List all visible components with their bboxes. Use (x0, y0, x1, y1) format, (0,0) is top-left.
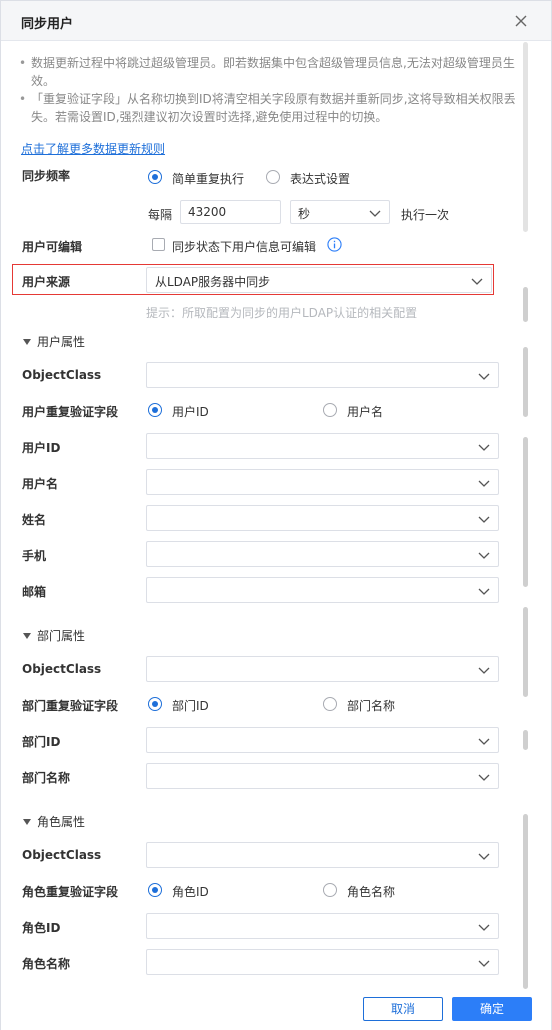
phone-label: 手机 (22, 549, 47, 563)
radio-expression-label: 表达式设置 (290, 172, 351, 186)
user-editable-checkbox-label: 同步状态下用户信息可编辑 (172, 240, 317, 254)
radio-dept-id-label: 部门ID (172, 699, 209, 713)
radio-role-name-label: 角色名称 (347, 885, 396, 899)
user-editable-label: 用户可编辑 (22, 240, 83, 254)
dept-name-select[interactable] (146, 763, 499, 789)
sync-users-dialog: 同步用户 数据更新过程中将跳过超级管理员。即若数据集中包含超级管理员信息,无法对… (0, 0, 552, 1030)
sync-frequency-label: 同步频率 (22, 169, 71, 183)
every-label: 每隔 (148, 208, 173, 222)
chevron-down-icon (369, 210, 381, 217)
user-dup-field-label: 用户重复验证字段 (22, 405, 119, 419)
interval-unit-value: 秒 (298, 207, 311, 221)
role-name-label: 角色名称 (22, 957, 71, 971)
chevron-down-icon (478, 552, 490, 559)
dept-attributes-section-toggle[interactable]: 部门属性 (23, 627, 85, 644)
chevron-down-icon (478, 480, 490, 487)
dialog-header: 同步用户 (1, 1, 551, 41)
radio-user-id-label: 用户ID (172, 405, 209, 419)
dialog-title: 同步用户 (21, 17, 74, 32)
radio-role-name[interactable] (323, 883, 337, 897)
user-source-select[interactable]: 从LDAP服务器中同步 (146, 267, 492, 293)
fullname-label: 姓名 (22, 513, 47, 527)
chevron-down-icon (478, 516, 490, 523)
user-attributes-title: 用户属性 (37, 335, 86, 349)
chevron-down-icon (478, 444, 490, 451)
dept-dup-field-label: 部门重复验证字段 (22, 699, 119, 713)
radio-role-id-label: 角色ID (172, 885, 209, 899)
confirm-button[interactable]: 确定 (452, 997, 532, 1021)
cancel-button[interactable]: 取消 (363, 997, 443, 1021)
info-icon[interactable] (327, 237, 342, 252)
dept-id-select[interactable] (146, 727, 499, 753)
chevron-down-icon (478, 667, 490, 674)
email-select[interactable] (146, 577, 499, 603)
phone-select[interactable] (146, 541, 499, 567)
vertical-scrollbar[interactable] (523, 42, 529, 989)
chevron-down-icon (471, 278, 483, 285)
user-id-select[interactable] (146, 433, 499, 459)
dept-objectclass-select[interactable] (146, 656, 499, 682)
update-rules-link[interactable]: 点击了解更多数据更新规则 (21, 140, 165, 157)
chevron-down-icon (478, 373, 490, 380)
chevron-down-icon (478, 738, 490, 745)
notice-item-dup-field: 「重复验证字段」从名称切换到ID将清空相关字段原有数据并重新同步,这将导致相关权… (19, 90, 519, 126)
username-select[interactable] (146, 469, 499, 495)
user-objectclass-label: ObjectClass (22, 368, 102, 382)
notice-list: 数据更新过程中将跳过超级管理员。即若数据集中包含超级管理员信息,无法对超级管理员… (19, 54, 519, 126)
username-label: 用户名 (22, 477, 59, 491)
caret-down-icon (23, 339, 31, 345)
interval-input[interactable]: 43200 (180, 200, 281, 224)
radio-username-label: 用户名 (347, 405, 384, 419)
dept-name-label: 部门名称 (22, 771, 71, 785)
user-objectclass-select[interactable] (146, 362, 499, 388)
chevron-down-icon (478, 588, 490, 595)
dialog-footer: 取消 确定 (1, 989, 551, 1030)
dept-objectclass-label: ObjectClass (22, 662, 102, 676)
role-objectclass-label: ObjectClass (22, 848, 102, 862)
role-id-select[interactable] (146, 913, 499, 939)
chevron-down-icon (478, 960, 490, 967)
role-dup-field-label: 角色重复验证字段 (22, 885, 119, 899)
radio-simple-repeat-label: 简单重复执行 (172, 172, 245, 186)
close-icon[interactable] (511, 11, 531, 31)
user-source-label: 用户来源 (22, 275, 71, 289)
execute-once-label: 执行一次 (401, 208, 450, 222)
radio-expression[interactable] (266, 170, 280, 184)
interval-value: 43200 (188, 205, 227, 219)
caret-down-icon (23, 819, 31, 825)
radio-dept-name[interactable] (323, 697, 337, 711)
radio-user-id[interactable] (148, 403, 162, 417)
role-attributes-title: 角色属性 (37, 815, 86, 829)
radio-dept-id[interactable] (148, 697, 162, 711)
role-attributes-section-toggle[interactable]: 角色属性 (23, 813, 85, 830)
notice-item-super-admin: 数据更新过程中将跳过超级管理员。即若数据集中包含超级管理员信息,无法对超级管理员… (19, 54, 519, 90)
chevron-down-icon (478, 924, 490, 931)
user-source-value: 从LDAP服务器中同步 (155, 275, 271, 289)
email-label: 邮箱 (22, 585, 47, 599)
radio-username[interactable] (323, 403, 337, 417)
caret-down-icon (23, 633, 31, 639)
fullname-select[interactable] (146, 505, 499, 531)
radio-role-id[interactable] (148, 883, 162, 897)
interval-unit-select[interactable]: 秒 (290, 200, 390, 224)
user-id-label: 用户ID (22, 441, 61, 455)
dept-attributes-title: 部门属性 (37, 629, 86, 643)
user-attributes-section-toggle[interactable]: 用户属性 (23, 333, 85, 350)
role-objectclass-select[interactable] (146, 842, 499, 868)
role-name-select[interactable] (146, 949, 499, 975)
user-editable-checkbox[interactable] (152, 238, 165, 251)
dialog-body[interactable]: 数据更新过程中将跳过超级管理员。即若数据集中包含超级管理员信息,无法对超级管理员… (1, 42, 551, 989)
radio-simple-repeat[interactable] (148, 170, 162, 184)
user-source-hint: 提示：所取配置为同步的用户LDAP认证的相关配置 (146, 306, 418, 320)
chevron-down-icon (478, 774, 490, 781)
role-id-label: 角色ID (22, 921, 61, 935)
dept-id-label: 部门ID (22, 735, 61, 749)
chevron-down-icon (478, 853, 490, 860)
radio-dept-name-label: 部门名称 (347, 699, 396, 713)
